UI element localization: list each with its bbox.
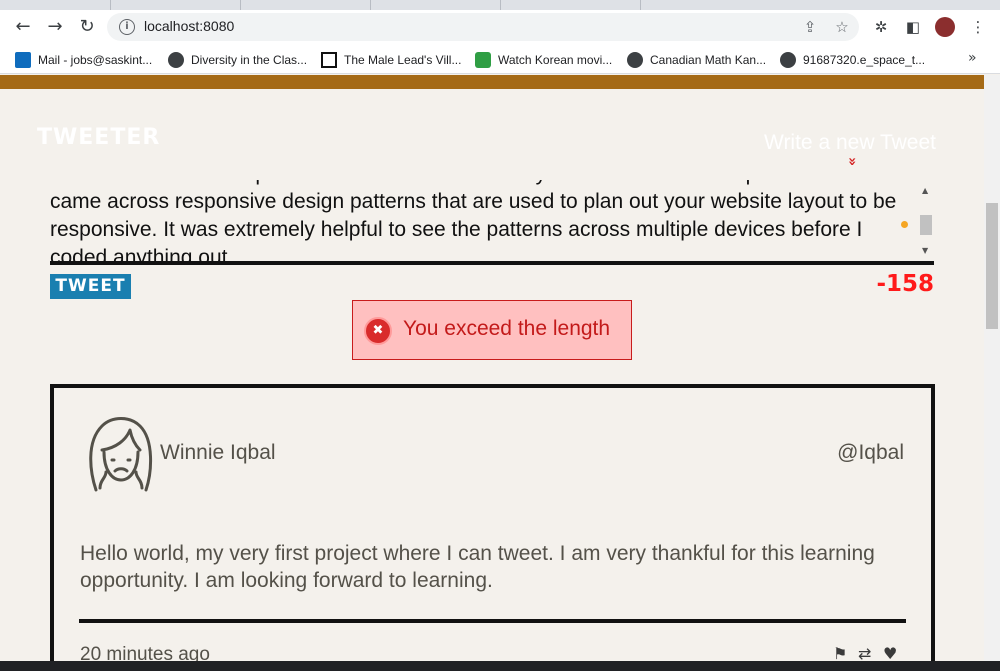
reload-icon[interactable]: ↻ (74, 15, 100, 39)
character-counter: -158 (876, 271, 934, 297)
share-icon[interactable]: ⇪ (800, 17, 820, 37)
tab-separator (370, 0, 371, 10)
page-viewport: TWEETER Write a new Tweet » about what i… (0, 75, 984, 671)
tab-separator (640, 0, 641, 10)
scroll-down-icon[interactable]: ▼ (922, 246, 928, 255)
site-logo[interactable]: TWEETER (37, 125, 160, 150)
globe-icon (627, 51, 643, 68)
globe-icon (780, 51, 796, 68)
tweet-actions: ⚑ ⇄ ♥ (833, 646, 905, 662)
textarea-scroll-thumb[interactable] (920, 215, 932, 235)
tweet-content: Hello world, my very first project where… (80, 542, 875, 592)
site-info-icon[interactable]: i (119, 19, 135, 35)
tweet-button[interactable]: TWEET (50, 274, 131, 299)
heart-icon[interactable]: ♥ (883, 646, 905, 662)
tweet-textarea[interactable]: about what is more important which is th… (50, 180, 934, 262)
tweet-textarea-text: about what is more important which is th… (50, 180, 897, 262)
user-avatar-icon (89, 417, 153, 492)
page-scroll-thumb[interactable] (986, 203, 998, 329)
browser-menu-icon[interactable]: ⋮ (968, 17, 988, 37)
bookmark-label: Watch Korean movi... (498, 52, 613, 67)
error-message-text: You exceed the length (403, 317, 611, 340)
tab-strip (0, 0, 1000, 10)
textarea-underline (50, 261, 934, 265)
tab-separator (110, 0, 111, 10)
bookmark-item[interactable]: Diversity in the Clas... (168, 51, 307, 68)
browser-toolbar: ← → ↻ i localhost:8080 ⇪ ☆ ✲ ◧ ⋮ (0, 10, 1000, 44)
side-panel-icon[interactable]: ◧ (903, 17, 923, 37)
notion-icon (321, 51, 337, 68)
more-bookmarks-icon[interactable]: » (968, 50, 977, 66)
bookmark-item[interactable]: Canadian Math Kan... (627, 51, 766, 68)
bookmark-label: The Male Lead's Vill... (344, 52, 462, 67)
extensions-icon[interactable]: ✲ (871, 17, 891, 37)
accent-bar (0, 75, 984, 89)
bookmark-label: 91687320.e_space_t... (803, 52, 926, 67)
outlook-icon (15, 51, 31, 68)
bookmark-item[interactable]: The Male Lead's Vill... (321, 51, 461, 68)
scroll-up-icon[interactable]: ▲ (922, 186, 928, 195)
bookmark-label: Canadian Math Kan... (650, 52, 767, 67)
tab-separator (500, 0, 501, 10)
double-chevron-down-icon[interactable]: » (844, 157, 860, 166)
bookmark-item[interactable]: 91687320.e_space_t... (780, 51, 925, 68)
textarea-scrollbar[interactable]: ▲ ▼ (918, 180, 934, 260)
flag-icon[interactable]: ⚑ (833, 646, 855, 662)
bookmark-star-icon[interactable]: ☆ (832, 17, 852, 37)
bookmark-label: Mail - jobs@saskint... (38, 52, 153, 67)
write-new-tweet-link[interactable]: Write a new Tweet (764, 131, 936, 155)
error-x-icon: ✖ (364, 317, 392, 345)
author-handle: @Iqbal (837, 441, 904, 464)
back-arrow-icon[interactable]: ← (10, 15, 36, 39)
error-message-box: ✖ You exceed the length (352, 300, 632, 360)
address-bar[interactable]: i localhost:8080 ⇪ ☆ (107, 13, 859, 41)
page-scrollbar[interactable] (984, 75, 1000, 671)
forward-arrow-icon[interactable]: → (42, 15, 68, 39)
author-name: Winnie Iqbal (160, 441, 276, 464)
tweet-card: Winnie Iqbal @Iqbal Hello world, my very… (50, 384, 935, 671)
globe-icon (168, 51, 184, 68)
bookmark-label: Diversity in the Clas... (191, 52, 308, 67)
cursor-indicator-icon (901, 221, 908, 228)
taskbar-strip (0, 661, 1000, 671)
check-icon (475, 51, 491, 68)
retweet-icon[interactable]: ⇄ (858, 646, 880, 662)
address-url[interactable]: localhost:8080 (144, 18, 234, 34)
profile-avatar[interactable] (935, 17, 955, 37)
tweet-divider (79, 619, 906, 623)
bookmark-item[interactable]: Watch Korean movi... (475, 51, 612, 68)
bookmark-item[interactable]: Mail - jobs@saskint... (15, 51, 152, 68)
tab-separator (240, 0, 241, 10)
bookmarks-bar: Mail - jobs@saskint... Diversity in the … (0, 44, 1000, 74)
